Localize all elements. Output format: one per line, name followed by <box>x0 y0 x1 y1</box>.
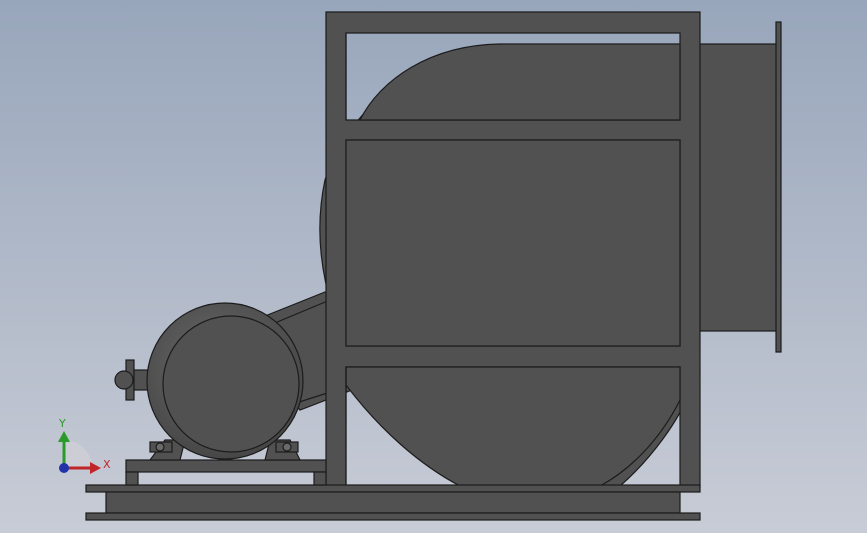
base-skid <box>85 484 701 521</box>
cad-viewport[interactable]: X Y <box>0 0 867 533</box>
triad-z-axis <box>59 463 69 473</box>
triad-x-label: X <box>103 458 111 471</box>
model-canvas[interactable]: X Y <box>0 0 867 533</box>
housing-window-middle <box>345 139 681 347</box>
triad-y-label: Y <box>58 417 66 430</box>
